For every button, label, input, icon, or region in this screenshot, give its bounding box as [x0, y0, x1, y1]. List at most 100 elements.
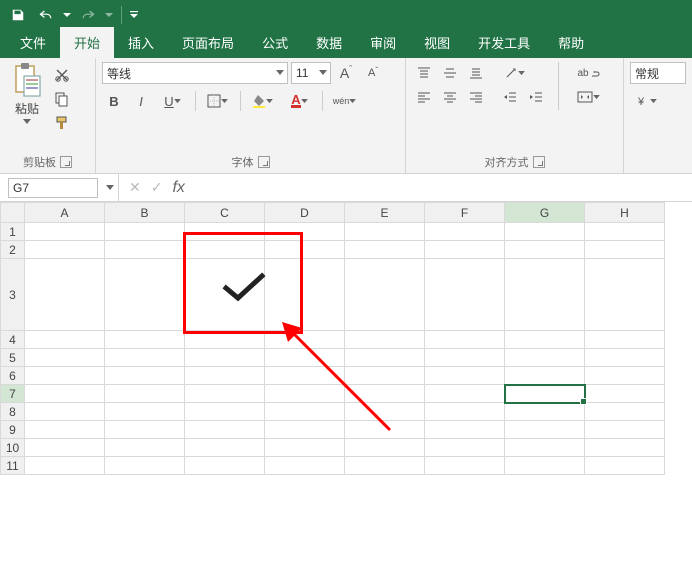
- cell[interactable]: [345, 223, 425, 241]
- cell[interactable]: [505, 223, 585, 241]
- cancel-formula-icon[interactable]: ✕: [129, 179, 141, 196]
- select-all-corner[interactable]: [1, 203, 25, 223]
- qat-customize-icon[interactable]: [129, 10, 139, 20]
- cell[interactable]: [185, 457, 265, 475]
- align-middle-icon[interactable]: [438, 62, 462, 84]
- orientation-icon[interactable]: [498, 62, 532, 84]
- row-header[interactable]: 1: [1, 223, 25, 241]
- namebox-dropdown-icon[interactable]: [106, 185, 114, 191]
- column-header[interactable]: E: [345, 203, 425, 223]
- cell[interactable]: [345, 457, 425, 475]
- cell[interactable]: [425, 349, 505, 367]
- cell[interactable]: [505, 331, 585, 349]
- alignment-launcher-icon[interactable]: [533, 156, 545, 168]
- cell[interactable]: [185, 439, 265, 457]
- cell[interactable]: [25, 223, 105, 241]
- decrease-indent-icon[interactable]: [498, 86, 522, 108]
- cell[interactable]: [585, 331, 665, 349]
- decrease-font-icon[interactable]: Aˇ: [361, 62, 385, 84]
- paste-dropdown-icon[interactable]: [23, 119, 31, 125]
- clipboard-launcher-icon[interactable]: [60, 156, 72, 168]
- row-header[interactable]: 9: [1, 421, 25, 439]
- cell[interactable]: [105, 259, 185, 331]
- cell[interactable]: [585, 241, 665, 259]
- formula-input[interactable]: [195, 174, 692, 201]
- row-header[interactable]: 2: [1, 241, 25, 259]
- increase-indent-icon[interactable]: [524, 86, 548, 108]
- cell[interactable]: [585, 367, 665, 385]
- column-header[interactable]: H: [585, 203, 665, 223]
- cell[interactable]: [425, 367, 505, 385]
- copy-icon[interactable]: [52, 90, 72, 108]
- cell[interactable]: [345, 403, 425, 421]
- cell[interactable]: [345, 385, 425, 403]
- cell[interactable]: [265, 439, 345, 457]
- fill-color-icon[interactable]: [246, 90, 280, 112]
- cell[interactable]: [585, 403, 665, 421]
- cell[interactable]: [265, 331, 345, 349]
- tab-insert[interactable]: 插入: [114, 27, 168, 58]
- cell[interactable]: [585, 349, 665, 367]
- paste-button[interactable]: 粘贴: [6, 62, 48, 132]
- cell[interactable]: [185, 331, 265, 349]
- cell[interactable]: [105, 421, 185, 439]
- cell[interactable]: [425, 439, 505, 457]
- cell[interactable]: [105, 241, 185, 259]
- tab-developer[interactable]: 开发工具: [464, 27, 544, 58]
- cell[interactable]: [105, 439, 185, 457]
- cut-icon[interactable]: [52, 66, 72, 84]
- row-header[interactable]: 7: [1, 385, 25, 403]
- save-icon[interactable]: [6, 3, 30, 27]
- font-size-select[interactable]: 11: [291, 62, 331, 84]
- row-header[interactable]: 6: [1, 367, 25, 385]
- row-header[interactable]: 5: [1, 349, 25, 367]
- borders-icon[interactable]: [201, 90, 235, 112]
- active-cell[interactable]: [505, 385, 585, 403]
- cell[interactable]: [505, 349, 585, 367]
- cell[interactable]: [505, 367, 585, 385]
- cell[interactable]: [585, 439, 665, 457]
- cell[interactable]: [25, 457, 105, 475]
- cell[interactable]: [25, 241, 105, 259]
- cell[interactable]: [185, 367, 265, 385]
- column-header[interactable]: G: [505, 203, 585, 223]
- align-left-icon[interactable]: [412, 86, 436, 108]
- column-header[interactable]: F: [425, 203, 505, 223]
- cell[interactable]: [345, 367, 425, 385]
- cell[interactable]: [425, 241, 505, 259]
- cell[interactable]: [505, 421, 585, 439]
- cell[interactable]: [265, 349, 345, 367]
- align-top-icon[interactable]: [412, 62, 436, 84]
- insert-function-icon[interactable]: fx: [172, 179, 184, 197]
- cell[interactable]: [105, 223, 185, 241]
- cell[interactable]: [265, 457, 345, 475]
- cell[interactable]: [185, 403, 265, 421]
- cell[interactable]: [585, 259, 665, 331]
- cell[interactable]: [425, 259, 505, 331]
- cell[interactable]: [105, 331, 185, 349]
- accounting-format-icon[interactable]: ¥: [630, 90, 664, 112]
- cell[interactable]: [25, 259, 105, 331]
- cell[interactable]: [25, 367, 105, 385]
- cell[interactable]: [345, 331, 425, 349]
- cell[interactable]: [505, 259, 585, 331]
- align-bottom-icon[interactable]: [464, 62, 488, 84]
- cell[interactable]: [505, 457, 585, 475]
- cell[interactable]: [185, 421, 265, 439]
- cell[interactable]: [25, 385, 105, 403]
- cell[interactable]: [345, 421, 425, 439]
- font-launcher-icon[interactable]: [258, 156, 270, 168]
- column-header[interactable]: B: [105, 203, 185, 223]
- cell[interactable]: [265, 403, 345, 421]
- phonetic-guide-icon[interactable]: wén: [328, 90, 362, 112]
- tab-page-layout[interactable]: 页面布局: [168, 27, 248, 58]
- cell[interactable]: [425, 223, 505, 241]
- column-header[interactable]: D: [265, 203, 345, 223]
- cell[interactable]: [105, 403, 185, 421]
- tab-file[interactable]: 文件: [6, 27, 60, 58]
- cell[interactable]: [425, 457, 505, 475]
- name-box[interactable]: G7: [8, 178, 98, 198]
- align-right-icon[interactable]: [464, 86, 488, 108]
- tab-help[interactable]: 帮助: [544, 27, 598, 58]
- cell[interactable]: [265, 421, 345, 439]
